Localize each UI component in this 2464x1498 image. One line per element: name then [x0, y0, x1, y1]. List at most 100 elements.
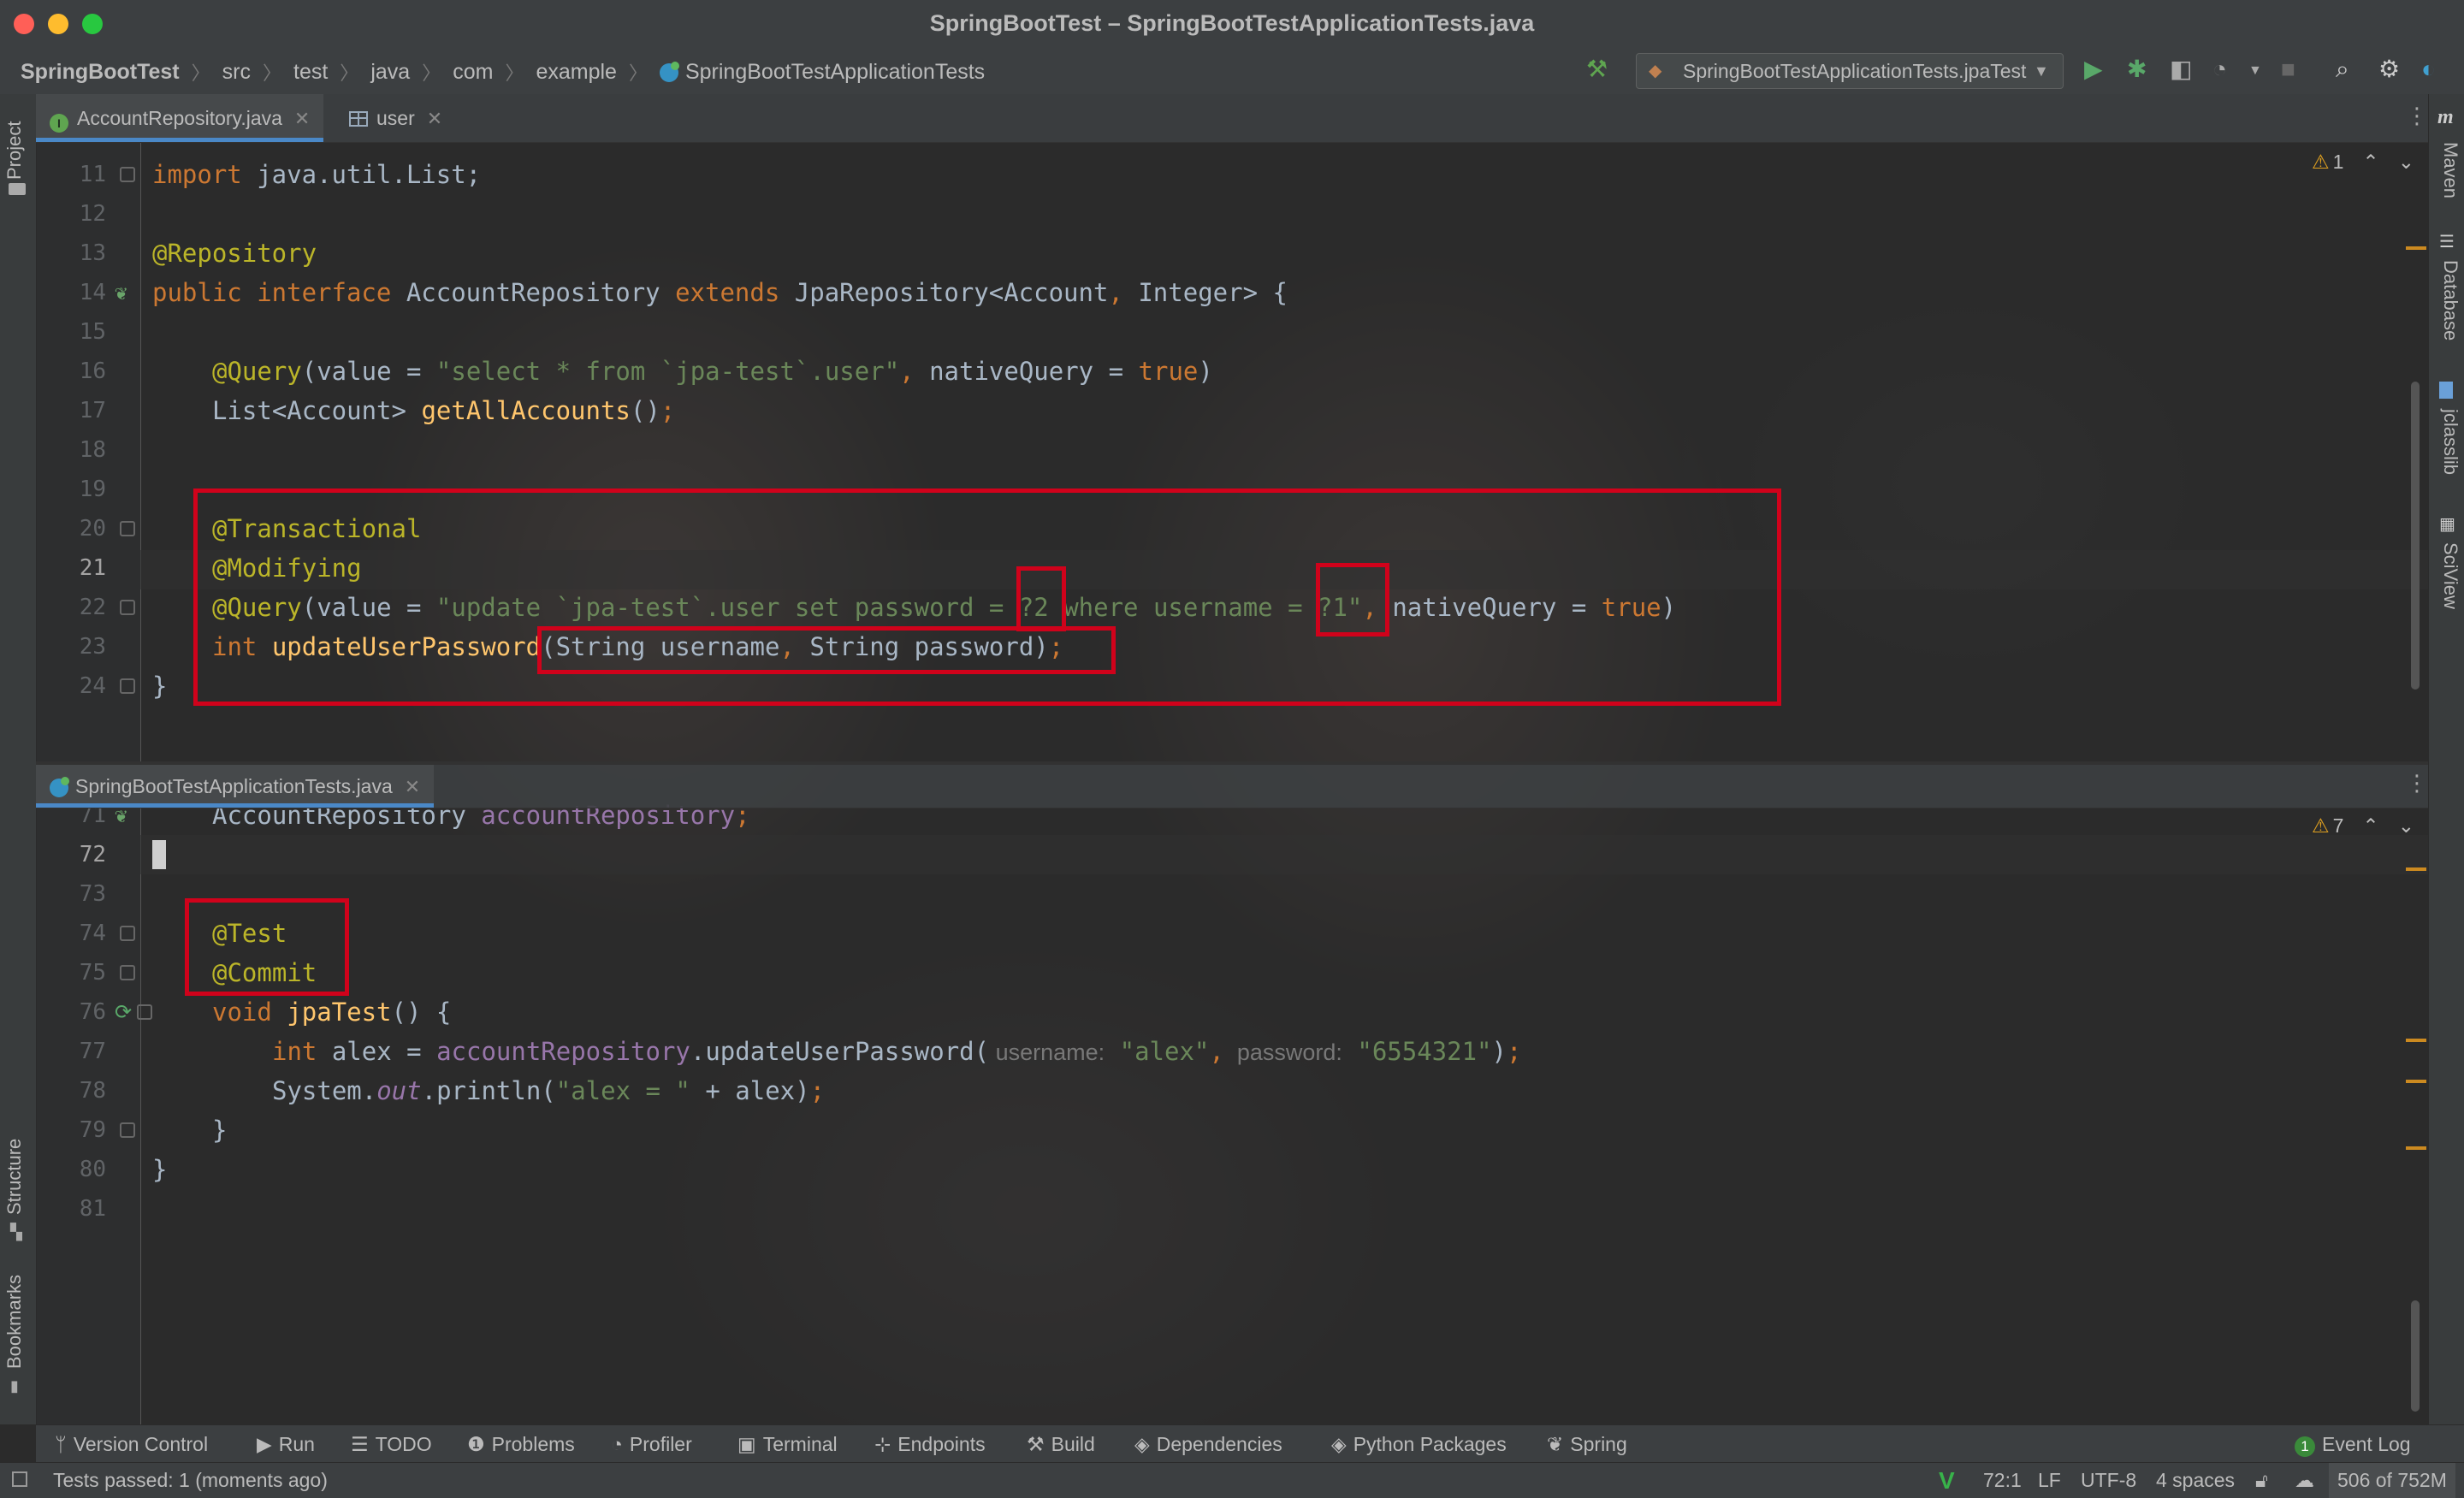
bookmark-icon: ▮ — [10, 1377, 19, 1394]
chevron-down-icon[interactable]: ⌄ — [2398, 814, 2414, 837]
code-token: nativeQuery = — [914, 357, 1139, 386]
chevron-right-icon: 〉 — [505, 62, 524, 84]
chevron-up-icon[interactable]: ⌃ — [2362, 814, 2378, 837]
tool-spring[interactable]: ❦ Spring — [1547, 1425, 1627, 1463]
breadcrumb-com[interactable]: com — [453, 60, 493, 85]
close-tab-icon[interactable]: ✕ — [294, 108, 310, 129]
jclasslib-tool-label[interactable]: jclasslib — [2439, 409, 2461, 475]
run-test-gutter-icon[interactable]: ⟳ — [115, 992, 132, 1032]
tool-label: Python Packages — [1353, 1433, 1507, 1455]
lock-icon[interactable]: 🔓︎ — [2255, 1463, 2268, 1498]
tool-dependencies[interactable]: ◈ Dependencies — [1134, 1425, 1282, 1463]
bottom-editor[interactable]: 71 ❦ AccountRepository accountRepository; … — [36, 801, 2428, 1424]
status-bar: Tests passed: 1 (moments ago) V 72:1 LF … — [0, 1462, 2464, 1498]
run-config-label: SpringBootTestApplicationTests.jpaTest — [1683, 60, 2027, 82]
breadcrumb-test[interactable]: test — [293, 60, 328, 85]
tool-run[interactable]: ▶ Run — [257, 1425, 315, 1463]
warning-stripe-mark[interactable] — [2406, 867, 2426, 871]
more-tabs-icon[interactable]: ⋮ — [2406, 103, 2428, 129]
status-message[interactable]: Tests passed: 1 (moments ago) — [53, 1463, 328, 1498]
database-tool-label[interactable]: Database — [2439, 260, 2461, 340]
close-tab-icon[interactable]: ✕ — [427, 108, 442, 129]
run-configuration-select[interactable]: ◆ SpringBootTestApplicationTests.jpaTest… — [1636, 53, 2064, 89]
highlight-box-test-annotations — [185, 898, 349, 996]
bookmarks-tool-label[interactable]: Bookmarks — [3, 1275, 26, 1369]
run-icon[interactable]: ▶ — [2084, 56, 2103, 82]
more-run-options-icon[interactable]: ▼ — [2248, 58, 2262, 84]
tool-terminal[interactable]: ▣ Terminal — [737, 1425, 838, 1463]
fold-icon[interactable] — [120, 965, 135, 980]
code-token: (value = — [301, 357, 436, 386]
fold-icon[interactable] — [120, 1122, 135, 1138]
more-tabs-icon[interactable]: ⋮ — [2406, 770, 2428, 796]
git-cloud-icon[interactable]: ☁ — [2295, 1463, 2314, 1498]
code-token: ; — [660, 396, 676, 425]
breadcrumb-example[interactable]: example — [536, 60, 617, 85]
breadcrumb-class-label: SpringBootTestApplicationTests — [684, 59, 986, 84]
coverage-icon[interactable]: ◧ — [2170, 56, 2192, 82]
warning-stripe-mark[interactable] — [2406, 1039, 2426, 1042]
toggle-tool-windows-icon[interactable] — [12, 1471, 27, 1487]
tab-account-repository[interactable]: I AccountRepository.java ✕ — [36, 94, 324, 142]
warning-stripe-mark[interactable] — [2406, 1080, 2426, 1083]
fold-icon[interactable] — [120, 600, 135, 615]
parameter-hint: password: — [1223, 1039, 1342, 1065]
structure-tool-label[interactable]: Structure — [3, 1139, 26, 1215]
warning-stripe-mark[interactable] — [2406, 246, 2426, 250]
chevron-up-icon[interactable]: ⌃ — [2362, 151, 2378, 173]
close-tab-icon[interactable]: ✕ — [405, 776, 420, 797]
indent-setting[interactable]: 4 spaces — [2156, 1463, 2235, 1498]
event-count-badge: 1 — [2295, 1436, 2315, 1457]
fold-icon[interactable] — [120, 678, 135, 694]
inspection-widget[interactable]: ⚠ 7 ⌃ ⌄ — [2312, 814, 2414, 838]
jetbrains-toolbox-icon[interactable]: ◐ — [2421, 56, 2436, 82]
chevron-down-icon[interactable]: ⌄ — [2398, 151, 2414, 173]
tool-endpoints[interactable]: ⊹ Endpoints — [874, 1425, 986, 1463]
file-encoding[interactable]: UTF-8 — [2081, 1463, 2136, 1498]
breadcrumb-src[interactable]: src — [222, 60, 251, 85]
caret-position[interactable]: 72:1 — [1983, 1463, 2022, 1498]
line-separator[interactable]: LF — [2038, 1463, 2061, 1498]
warning-stripe-mark[interactable] — [2406, 1146, 2426, 1150]
tool-version-control[interactable]: ᛘ Version Control — [55, 1425, 208, 1463]
maven-tool-label[interactable]: Maven — [2439, 142, 2461, 198]
project-tool-label[interactable]: Project — [3, 121, 26, 180]
profiler-icon[interactable]: ◔ — [2212, 56, 2227, 82]
tool-build[interactable]: ⚒ Build — [1027, 1425, 1095, 1463]
vertical-scrollbar[interactable] — [2411, 382, 2420, 690]
vertical-scrollbar[interactable] — [2411, 1300, 2420, 1412]
code-token: List<Account> — [212, 396, 422, 425]
fold-icon[interactable] — [137, 1004, 152, 1020]
breadcrumb-java[interactable]: java — [370, 60, 410, 85]
fold-icon[interactable] — [120, 926, 135, 941]
line-number: 24 — [79, 673, 106, 699]
code-line-13: 13 @Repository — [36, 234, 2428, 273]
spring-bean-gutter-icon[interactable]: ❦ — [115, 273, 127, 312]
code-token: ) — [1198, 357, 1213, 386]
sciview-tool-label[interactable]: SciView — [2439, 542, 2461, 609]
stop-icon[interactable]: ■ — [2281, 56, 2295, 82]
vim-icon[interactable]: V — [1939, 1463, 1955, 1498]
tab-user-table[interactable]: user ✕ — [335, 94, 456, 142]
tool-python-packages[interactable]: ◈ Python Packages — [1331, 1425, 1507, 1463]
settings-gear-icon[interactable]: ⚙ — [2378, 56, 2400, 82]
build-hammer-icon[interactable]: ⚒ — [1586, 56, 1608, 82]
inspection-widget[interactable]: ⚠ 1 ⌃ ⌄ — [2312, 151, 2414, 174]
breadcrumb: SpringBootTest 〉 src 〉 test 〉 java 〉 com… — [21, 58, 985, 86]
tool-event-log[interactable]: 1 Event Log — [2295, 1425, 2411, 1463]
tool-todo[interactable]: ☰ TODO — [351, 1425, 432, 1463]
fold-icon[interactable] — [120, 521, 135, 536]
breadcrumb-class[interactable]: SpringBootTestApplicationTests — [659, 59, 986, 85]
chevron-right-icon: 〉 — [422, 62, 441, 84]
line-number: 11 — [79, 162, 106, 187]
debug-bug-icon[interactable]: ✱ — [2127, 56, 2147, 82]
chevron-down-icon: ▼ — [2034, 62, 2049, 80]
tab-application-tests[interactable]: SpringBootTestApplicationTests.java ✕ — [36, 765, 435, 808]
search-icon[interactable]: ⌕ — [2336, 56, 2349, 82]
tool-problems[interactable]: ❶ Problems — [467, 1425, 575, 1463]
tool-profiler[interactable]: ◔ Profiler — [611, 1425, 692, 1463]
memory-indicator[interactable]: 506 of 752M — [2329, 1463, 2455, 1498]
fold-icon[interactable] — [120, 167, 135, 182]
breadcrumb-project[interactable]: SpringBootTest — [21, 60, 180, 85]
endpoints-icon: ⊹ — [874, 1433, 891, 1455]
